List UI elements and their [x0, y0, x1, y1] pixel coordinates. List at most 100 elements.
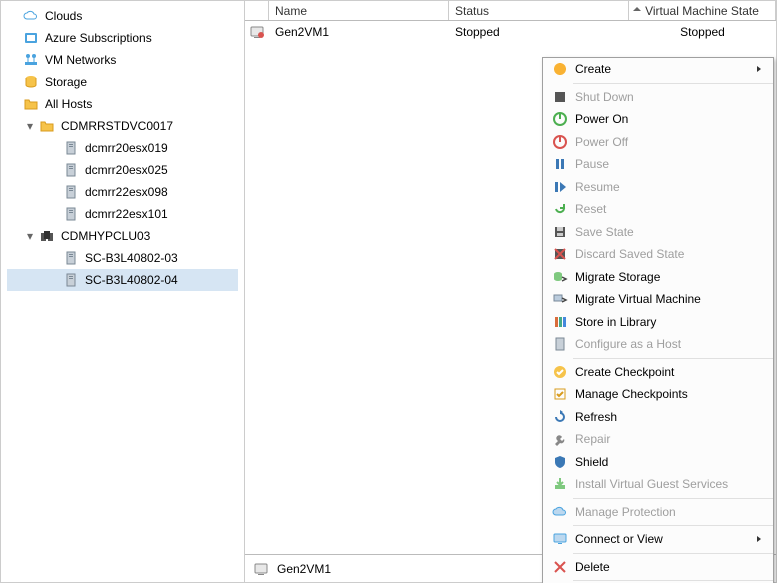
col-header-name[interactable]: Name [269, 1, 449, 20]
tree-item-cdmhypclu03[interactable]: ▾ CDMHYPCLU03 [7, 225, 238, 247]
menu-item-label: Resume [571, 180, 755, 194]
menu-item-create[interactable]: Create [543, 58, 773, 81]
tree-item-vm-networks[interactable]: VM Networks [7, 49, 238, 71]
install-icon [549, 476, 571, 492]
menu-item-label: Install Virtual Guest Services [571, 477, 755, 491]
menu-item-manage-checkpoints[interactable]: Manage Checkpoints [543, 383, 773, 406]
col-header-vm-state-label: Virtual Machine State [645, 4, 759, 18]
submenu-arrow-icon [755, 535, 767, 543]
main-panel: Name Status Virtual Machine State Gen2VM… [245, 1, 776, 582]
tree-item-label: CDMHYPCLU03 [61, 229, 150, 243]
library-icon [549, 314, 571, 330]
menu-item-migrate-virtual-machine[interactable]: Migrate Virtual Machine [543, 288, 773, 311]
poweron-icon [549, 111, 571, 127]
tree-item-sc-b3l40802-04[interactable]: SC-B3L40802-04 [7, 269, 238, 291]
tree-item-label: SC-B3L40802-03 [85, 251, 178, 265]
menu-item-shut-down: Shut Down [543, 86, 773, 109]
menu-item-save-state: Save State [543, 221, 773, 244]
menu-item-label: Store in Library [571, 315, 755, 329]
tree-item-dcmrr22esx101[interactable]: dcmrr22esx101 [7, 203, 238, 225]
menu-separator [573, 580, 773, 581]
menu-separator [573, 525, 773, 526]
tree-item-clouds[interactable]: Clouds [7, 5, 238, 27]
menu-item-label: Create Checkpoint [571, 365, 755, 379]
menu-item-refresh[interactable]: Refresh [543, 406, 773, 429]
menu-item-connect-or-view[interactable]: Connect or View [543, 528, 773, 551]
tree-item-label: All Hosts [45, 97, 92, 111]
nav-tree: Clouds Azure Subscriptions VM Networks Stor… [1, 1, 245, 582]
host-icon [63, 206, 79, 222]
resume-icon [549, 179, 571, 195]
menu-item-label: Create [571, 62, 755, 76]
reset-icon [549, 201, 571, 217]
menu-separator [573, 498, 773, 499]
menu-item-manage-protection: Manage Protection [543, 501, 773, 524]
menu-item-label: Repair [571, 432, 755, 446]
menu-item-label: Shut Down [571, 90, 755, 104]
menu-item-power-on[interactable]: Power On [543, 108, 773, 131]
menu-item-label: Discard Saved State [571, 247, 755, 261]
chkcreate-icon [549, 364, 571, 380]
cell-vm-state: Stopped [629, 23, 776, 41]
tree-item-label: dcmrr20esx025 [85, 163, 168, 177]
menu-item-label: Manage Protection [571, 505, 755, 519]
repair-icon [549, 431, 571, 447]
menu-item-discard-saved-state: Discard Saved State [543, 243, 773, 266]
menu-item-migrate-storage[interactable]: Migrate Storage [543, 266, 773, 289]
col-header-vm-state[interactable]: Virtual Machine State [629, 1, 776, 20]
menu-item-pause: Pause [543, 153, 773, 176]
tree-item-label: dcmrr22esx101 [85, 207, 168, 221]
tree-item-label: Clouds [45, 9, 82, 23]
delete-icon [549, 559, 571, 575]
menu-item-label: Save State [571, 225, 755, 239]
vm-icon [253, 561, 269, 577]
app-window: Clouds Azure Subscriptions VM Networks Stor… [0, 0, 777, 583]
menu-item-delete[interactable]: Delete [543, 556, 773, 579]
menu-item-configure-as-a-host: Configure as a Host [543, 333, 773, 356]
expander-icon[interactable]: ▾ [27, 229, 39, 243]
host-icon [63, 272, 79, 288]
grid-body[interactable]: Gen2VM1 Stopped Stopped Create Shut Down P… [245, 21, 776, 554]
table-row[interactable]: Gen2VM1 Stopped Stopped [245, 21, 776, 43]
menu-separator [573, 553, 773, 554]
tree-item-label: dcmrr20esx019 [85, 141, 168, 155]
tree-item-azure-subscriptions[interactable]: Azure Subscriptions [7, 27, 238, 49]
tree-item-label: VM Networks [45, 53, 116, 67]
chkmanage-icon [549, 386, 571, 402]
tree-item-label: CDMRRSTDVC0017 [61, 119, 173, 133]
menu-item-label: Configure as a Host [571, 337, 755, 351]
menu-item-label: Manage Checkpoints [571, 387, 755, 401]
tree-item-sc-b3l40802-03[interactable]: SC-B3L40802-03 [7, 247, 238, 269]
network-icon [23, 52, 39, 68]
menu-item-create-checkpoint[interactable]: Create Checkpoint [543, 361, 773, 384]
menu-item-shield[interactable]: Shield [543, 451, 773, 474]
poweroff-icon [549, 134, 571, 150]
row-handle-header [245, 1, 269, 20]
tree-item-dcmrr20esx019[interactable]: dcmrr20esx019 [7, 137, 238, 159]
expander-icon[interactable]: ▾ [27, 119, 39, 133]
tree-item-dcmrr22esx098[interactable]: dcmrr22esx098 [7, 181, 238, 203]
host-icon [63, 184, 79, 200]
col-header-status[interactable]: Status [449, 1, 629, 20]
menu-item-label: Refresh [571, 410, 755, 424]
tree-item-all-hosts[interactable]: All Hosts [7, 93, 238, 115]
menu-item-label: Delete [571, 560, 755, 574]
menu-item-label: Migrate Storage [571, 270, 755, 284]
menu-item-store-in-library[interactable]: Store in Library [543, 311, 773, 334]
azure-icon [23, 30, 39, 46]
tree-item-cdmrrstdvc0017[interactable]: ▾ CDMRRSTDVC0017 [7, 115, 238, 137]
menu-item-label: Pause [571, 157, 755, 171]
host-icon [63, 162, 79, 178]
menu-separator [573, 358, 773, 359]
cluster-icon [39, 228, 55, 244]
menu-item-label: Reset [571, 202, 755, 216]
shield-icon [549, 454, 571, 470]
tree-item-dcmrr20esx025[interactable]: dcmrr20esx025 [7, 159, 238, 181]
menu-item-install-virtual-guest-services: Install Virtual Guest Services [543, 473, 773, 496]
connect-icon [549, 531, 571, 547]
tree-item-storage[interactable]: Storage [7, 71, 238, 93]
protect-icon [549, 504, 571, 520]
cell-status: Stopped [449, 23, 629, 41]
storage-icon [23, 74, 39, 90]
migstor-icon [549, 269, 571, 285]
